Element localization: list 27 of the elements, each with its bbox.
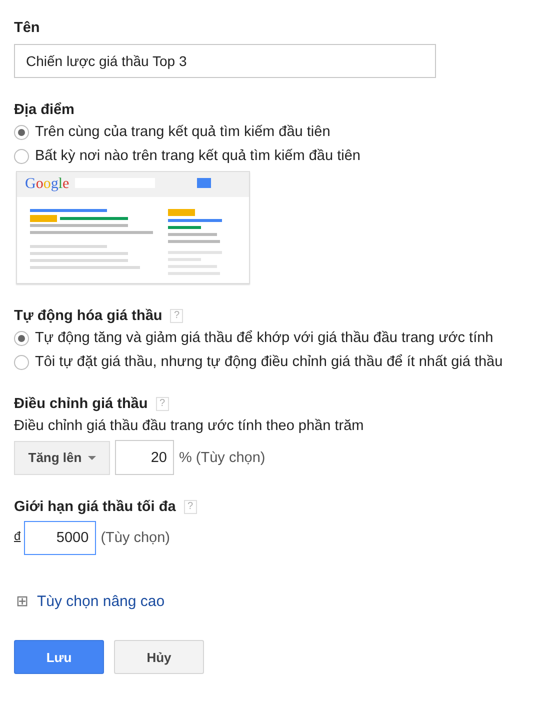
section-heading: Điều chỉnh giá thầu [14,396,148,412]
radio-label: Tôi tự đặt giá thầu, nhưng tự động điều chỉnh giá thầu để ít nhất giá thầu [35,353,503,372]
radio-button[interactable] [14,149,29,164]
section-heading: Địa điểm [14,102,76,118]
currency-symbol: đ [14,529,21,543]
radio-label: Bất kỳ nơi nào trên trang kết quả tìm kiếm đầu tiên [35,147,360,166]
radio-button[interactable] [14,125,29,140]
logo: Google [25,176,70,193]
percent-input[interactable]: 20 [115,440,174,475]
radio-label: Trên cùng của trang kết quả tìm kiếm đầu tiên [35,123,330,142]
name-input[interactable]: Chiến lược giá thầu Top 3 [14,44,436,78]
radio-label: Tự động tăng và giảm giá thầu để khớp với giá thầu đầu trang ước tính [35,329,494,348]
cancel-button[interactable]: Hủy [114,640,204,674]
radio-button[interactable] [14,355,29,370]
description-text: Điều chỉnh giá thầu đầu trang ước tính theo phần trăm [14,418,365,434]
section-heading: Giới hạn giá thầu tối đa [14,499,176,515]
caret-icon [88,456,96,460]
max-bid-input[interactable]: 5000 [24,521,96,555]
save-button[interactable]: Lưu [14,640,104,674]
field-label: Tên [14,20,41,36]
radio-button[interactable] [14,331,29,346]
direction-dropdown[interactable]: Tăng lên [14,440,110,474]
unit-label: % (Tùy chọn) [179,450,266,466]
expand-icon[interactable]: ⊞ [16,594,29,609]
advanced-options-link[interactable]: Tùy chọn nâng cao [37,593,165,610]
section-heading: Tự động hóa giá thầu [14,308,162,324]
optional-label: (Tùy chọn) [100,530,170,546]
